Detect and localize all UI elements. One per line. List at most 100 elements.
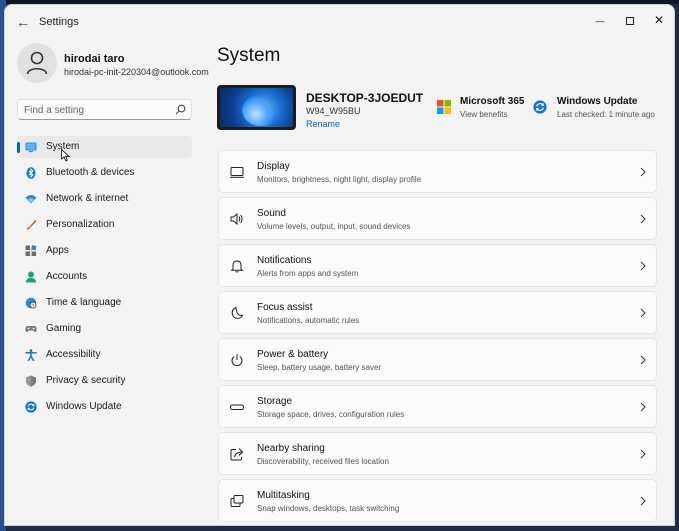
- sidebar-item-windows-update[interactable]: Windows Update: [17, 396, 192, 418]
- user-name: hirodai taro: [64, 53, 125, 65]
- windows-update-subtitle[interactable]: Last checked: 1 minute ago: [557, 110, 655, 119]
- chevron-right-icon: [640, 449, 646, 459]
- chevron-right-icon: [640, 214, 646, 224]
- device-model: W94_W95BU: [306, 106, 361, 116]
- card-focus-assist[interactable]: Focus assist Notifications, automatic ru…: [218, 291, 657, 334]
- sidebar-item-label: Privacy & security: [46, 375, 126, 386]
- sidebar-item-network[interactable]: Network & internet: [17, 188, 192, 210]
- maximize-button[interactable]: [615, 9, 645, 31]
- person-icon: [25, 271, 37, 283]
- brush-icon: [26, 220, 37, 230]
- card-storage[interactable]: Storage Storage space, drives, configura…: [218, 385, 657, 428]
- card-power-battery[interactable]: Power & battery Sleep, battery usage, ba…: [218, 338, 657, 381]
- sidebar-item-gaming[interactable]: Gaming: [17, 318, 192, 340]
- rename-link[interactable]: Rename: [306, 119, 340, 129]
- globe-clock-icon: [25, 297, 37, 309]
- card-subtitle: Volume levels, output, input, sound devi…: [257, 222, 411, 231]
- user-email: hirodai-pc-init-220304@outlook.com: [64, 67, 209, 77]
- close-icon: ✕: [653, 13, 665, 27]
- window-title: Settings: [39, 16, 79, 28]
- windows-update-title[interactable]: Windows Update: [557, 96, 637, 107]
- system-icon: [25, 142, 37, 153]
- chevron-right-icon: [640, 355, 646, 365]
- card-subtitle: Sleep, battery usage, battery saver: [257, 363, 382, 372]
- sidebar-item-label: Apps: [46, 245, 69, 256]
- avatar[interactable]: [17, 43, 57, 83]
- maximize-icon: [626, 16, 634, 25]
- chevron-right-icon: [640, 402, 646, 412]
- wallpaper-bloom: [242, 96, 276, 126]
- page-title: System: [217, 45, 281, 66]
- card-multitasking[interactable]: Multitasking Snap windows, desktops, tas…: [218, 479, 657, 522]
- title-bar: ← Settings — ✕: [5, 5, 674, 37]
- settings-window: ← Settings — ✕ hirodai taro hirodai-pc-i…: [4, 4, 675, 526]
- back-button[interactable]: ←: [13, 13, 33, 31]
- card-subtitle: Snap windows, desktops, task switching: [257, 504, 400, 513]
- bell-icon: [230, 260, 244, 273]
- bluetooth-icon: [26, 167, 36, 179]
- sidebar-item-label: Accessibility: [46, 349, 101, 360]
- microsoft-365-subtitle[interactable]: View benefits: [460, 110, 507, 119]
- sidebar-item-label: Accounts: [46, 271, 88, 282]
- sidebar-item-system[interactable]: System: [17, 136, 192, 158]
- chevron-right-icon: [640, 496, 646, 506]
- minimize-icon: —: [595, 16, 605, 26]
- search-box[interactable]: [17, 99, 192, 120]
- card-subtitle: Monitors, brightness, night light, displ…: [257, 175, 422, 184]
- sidebar-item-apps[interactable]: Apps: [17, 240, 192, 262]
- moon-icon: [231, 306, 244, 319]
- card-title: Sound: [257, 208, 286, 219]
- device-wallpaper-thumbnail: [217, 85, 296, 130]
- mouse-cursor-icon: [61, 149, 70, 162]
- sidebar-item-label: Time & language: [46, 297, 122, 308]
- chevron-right-icon: [640, 167, 646, 177]
- search-icon[interactable]: [175, 104, 186, 115]
- card-nearby-sharing[interactable]: Nearby sharing Discoverability, received…: [218, 432, 657, 475]
- multitask-icon: [230, 495, 244, 507]
- card-notifications[interactable]: Notifications Alerts from apps and syste…: [218, 244, 657, 287]
- card-sound[interactable]: Sound Volume levels, output, input, soun…: [218, 197, 657, 240]
- update-icon[interactable]: [533, 100, 547, 114]
- gamepad-icon: [25, 326, 37, 333]
- share-icon: [230, 448, 244, 461]
- close-button[interactable]: ✕: [644, 9, 674, 31]
- sidebar-item-bluetooth[interactable]: Bluetooth & devices: [17, 162, 192, 184]
- sidebar-item-label: Bluetooth & devices: [46, 167, 135, 178]
- card-title: Multitasking: [257, 490, 310, 501]
- card-title: Focus assist: [257, 302, 313, 313]
- back-arrow-icon: ←: [16, 14, 30, 30]
- power-icon: [231, 354, 243, 367]
- sidebar-item-accessibility[interactable]: Accessibility: [17, 344, 192, 366]
- sidebar-item-accounts[interactable]: Accounts: [17, 266, 192, 288]
- selection-indicator: [17, 142, 20, 153]
- chevron-right-icon: [640, 308, 646, 318]
- person-icon: [26, 51, 48, 75]
- sidebar-item-label: Windows Update: [46, 401, 122, 412]
- card-title: Power & battery: [257, 349, 329, 360]
- wifi-icon: [25, 195, 37, 204]
- sidebar-item-time-language[interactable]: Time & language: [17, 292, 192, 314]
- speaker-icon: [230, 212, 243, 226]
- microsoft-365-title[interactable]: Microsoft 365: [460, 96, 524, 107]
- sidebar-item-label: Gaming: [46, 323, 82, 334]
- card-title: Display: [257, 161, 290, 172]
- shield-icon: [26, 375, 36, 387]
- minimize-button[interactable]: —: [585, 9, 615, 31]
- card-subtitle: Alerts from apps and system: [257, 269, 359, 278]
- sidebar-item-privacy[interactable]: Privacy & security: [17, 370, 192, 392]
- accessibility-icon: [25, 349, 37, 361]
- sidebar-item-label: Network & internet: [46, 193, 129, 204]
- sidebar-item-personalization[interactable]: Personalization: [17, 214, 192, 236]
- card-display[interactable]: Display Monitors, brightness, night ligh…: [218, 150, 657, 193]
- update-icon: [25, 401, 37, 413]
- chevron-right-icon: [640, 261, 646, 271]
- card-subtitle: Notifications, automatic rules: [257, 316, 360, 325]
- sidebar-item-label: Personalization: [46, 219, 115, 230]
- card-title: Notifications: [257, 255, 312, 266]
- apps-icon: [25, 245, 37, 256]
- microsoft-logo-icon[interactable]: [437, 100, 451, 114]
- device-name: DESKTOP-3JOEDUT: [306, 91, 424, 105]
- card-title: Storage: [257, 396, 293, 407]
- storage-icon: [230, 404, 244, 410]
- search-input[interactable]: [24, 103, 174, 117]
